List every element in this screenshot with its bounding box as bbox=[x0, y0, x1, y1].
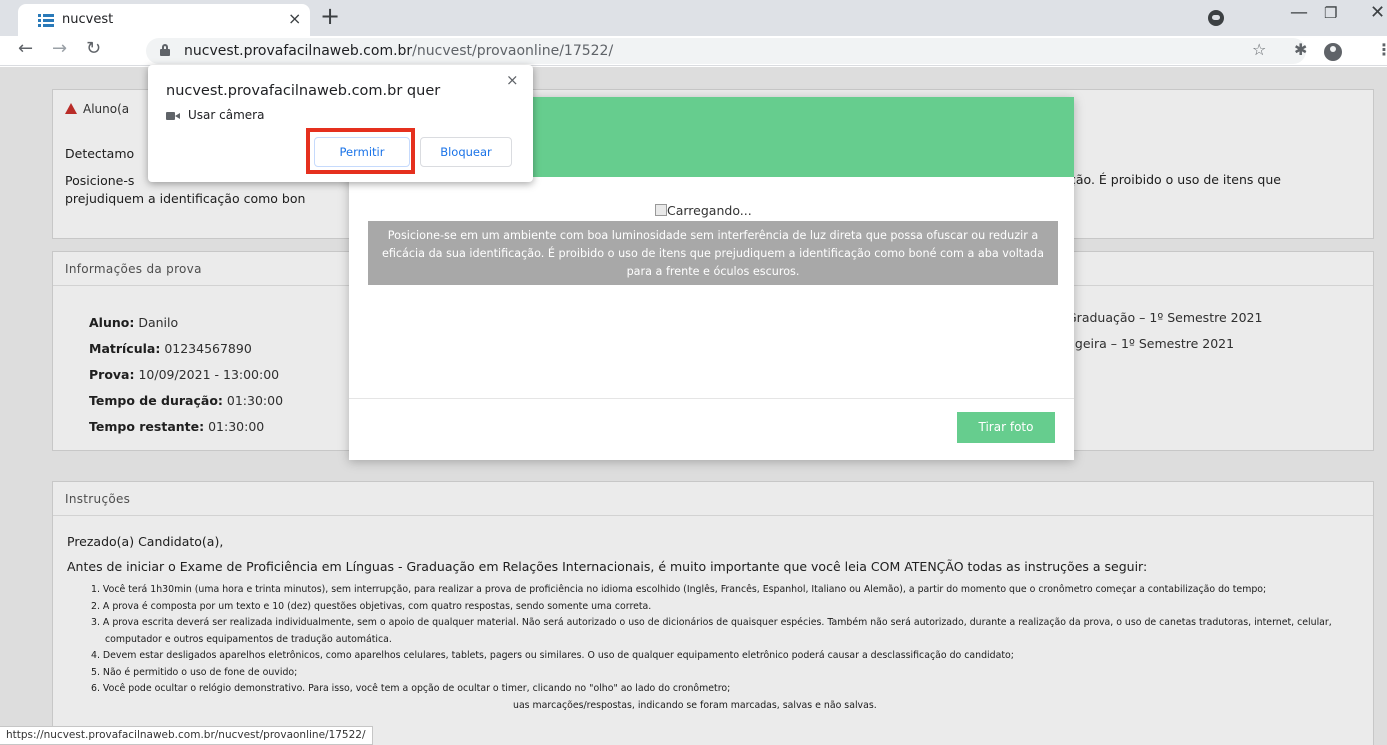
close-window-icon[interactable]: ✕ bbox=[1370, 2, 1385, 23]
incognito-icon[interactable] bbox=[1208, 10, 1224, 26]
list-icon bbox=[38, 13, 54, 27]
back-icon[interactable]: ← bbox=[18, 38, 33, 59]
profile-icon[interactable] bbox=[1324, 43, 1342, 61]
block-button[interactable]: Bloquear bbox=[420, 137, 512, 167]
address-bar[interactable]: nucvest.provafacilnaweb.com.br/nucvest/p… bbox=[146, 38, 1306, 64]
close-icon[interactable]: × bbox=[506, 71, 519, 89]
tab-title: nucvest bbox=[62, 12, 114, 27]
new-tab-button[interactable]: + bbox=[320, 2, 340, 30]
menu-icon[interactable]: ⋮ bbox=[1376, 40, 1387, 59]
browser-toolbar: ← → ↻ nucvest.provafacilnaweb.com.br/nuc… bbox=[0, 36, 1387, 66]
tab-strip: nucvest × + — ❐ ✕ bbox=[0, 0, 1387, 36]
star-icon[interactable]: ☆ bbox=[1252, 40, 1266, 59]
modal-divider bbox=[349, 398, 1074, 399]
broken-image-icon bbox=[655, 204, 667, 216]
lock-icon[interactable] bbox=[160, 44, 170, 56]
url-text: nucvest.provafacilnaweb.com.br/nucvest/p… bbox=[184, 43, 614, 59]
close-tab-icon[interactable]: × bbox=[288, 9, 301, 28]
modal-instructions: Posicione-se em um ambiente com boa lumi… bbox=[368, 221, 1058, 285]
take-photo-button[interactable]: Tirar foto bbox=[957, 412, 1055, 443]
link-status-bar: https://nucvest.provafacilnaweb.com.br/n… bbox=[0, 726, 373, 745]
allow-highlight-box bbox=[306, 128, 415, 174]
camera-permission-popup: nucvest.provafacilnaweb.com.br quer × Us… bbox=[148, 65, 533, 182]
permission-camera-label: Usar câmera bbox=[188, 108, 265, 122]
restore-icon[interactable]: ❐ bbox=[1324, 4, 1337, 22]
reload-icon[interactable]: ↻ bbox=[86, 38, 101, 59]
permission-title: nucvest.provafacilnaweb.com.br quer bbox=[166, 83, 441, 99]
camera-icon bbox=[166, 112, 180, 120]
extensions-icon[interactable]: ✱ bbox=[1294, 40, 1307, 59]
camera-preview: Carregando... bbox=[655, 203, 752, 218]
minimize-icon[interactable]: — bbox=[1290, 2, 1308, 23]
forward-icon[interactable]: → bbox=[52, 38, 67, 59]
browser-tab[interactable]: nucvest × bbox=[18, 4, 310, 36]
